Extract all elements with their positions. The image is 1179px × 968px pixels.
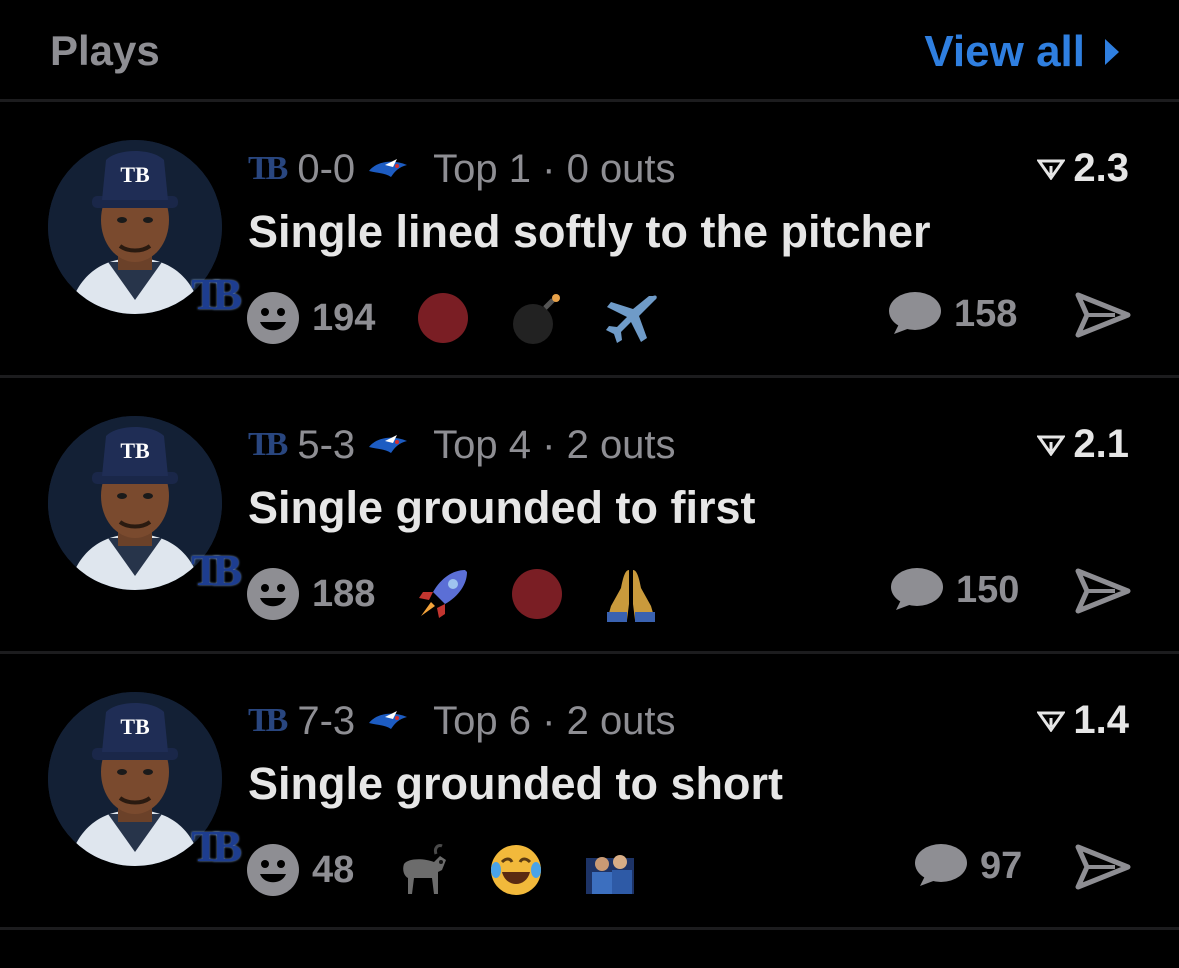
rating-arrow-icon xyxy=(1037,159,1066,180)
blue-jays-logo-icon xyxy=(369,435,408,453)
view-all-link[interactable]: View all xyxy=(924,27,1121,77)
reaction-bar: 48 xyxy=(246,839,638,901)
outs: 2 outs xyxy=(566,422,676,467)
meta-separator: · xyxy=(531,146,567,191)
rating-value: 2.3 xyxy=(1073,146,1129,190)
play-item[interactable]: TB TB TB 0-0 Top 1 · 0 outs 2.3 Single l… xyxy=(0,102,1179,378)
tears-of-joy-icon[interactable] xyxy=(488,842,544,898)
reaction-count: 188 xyxy=(312,572,376,615)
play-item[interactable]: TB TB TB 7-3 Top 6 · 2 outs 1.4 Single g… xyxy=(0,654,1179,930)
svg-text:TB: TB xyxy=(120,714,150,739)
outs: 0 outs xyxy=(566,146,676,191)
play-rating: 2.3 xyxy=(1037,146,1129,191)
rays-logo-icon: TB xyxy=(248,426,288,463)
rating-arrow-icon xyxy=(1037,435,1066,456)
meta-separator: · xyxy=(531,422,567,467)
score: 0-0 xyxy=(297,146,356,191)
play-rating: 1.4 xyxy=(1037,698,1129,743)
inning: Top 1 xyxy=(433,146,532,191)
play-description: Single lined softly to the pitcher xyxy=(248,206,931,257)
svg-text:TB: TB xyxy=(120,162,150,187)
view-all-label: View all xyxy=(924,27,1085,76)
play-meta: TB 7-3 Top 6 · 2 outs xyxy=(248,696,676,746)
play-meta: TB 0-0 Top 1 · 0 outs xyxy=(248,144,676,194)
add-reaction-icon[interactable] xyxy=(246,843,300,897)
reaction-count: 194 xyxy=(312,296,376,339)
rays-logo-icon: TB xyxy=(248,150,288,187)
score: 5-3 xyxy=(297,422,356,467)
play-rating: 2.1 xyxy=(1037,422,1129,467)
comment-bubble-icon xyxy=(889,292,941,334)
rays-logo-icon: TB xyxy=(248,702,288,739)
play-description: Single grounded to first xyxy=(248,482,756,533)
team-logo-badge: TB xyxy=(191,822,242,871)
play-item[interactable]: TB TB TB 5-3 Top 4 · 2 outs 2.1 Single g… xyxy=(0,378,1179,654)
praying-hands-icon[interactable] xyxy=(603,566,659,622)
player-avatar[interactable]: TB TB xyxy=(48,140,242,320)
player-avatar[interactable]: TB TB xyxy=(48,416,242,596)
inning: Top 4 xyxy=(433,422,532,467)
rating-value: 2.1 xyxy=(1073,422,1129,466)
team-logo-badge: TB xyxy=(191,546,242,595)
blue-jays-logo-icon xyxy=(369,159,408,177)
bomb-icon[interactable] xyxy=(509,290,565,346)
meta-separator: · xyxy=(531,698,567,743)
svg-text:TB: TB xyxy=(120,438,150,463)
score: 7-3 xyxy=(297,698,356,743)
comment-button[interactable]: 97 xyxy=(912,842,1022,890)
play-description: Single grounded to short xyxy=(248,758,783,809)
comment-button[interactable]: 158 xyxy=(886,290,1017,338)
red-circle-icon[interactable] xyxy=(509,566,565,622)
rocket-icon[interactable] xyxy=(415,566,471,622)
comment-bubble-icon xyxy=(915,844,967,886)
team-logo-badge: TB xyxy=(191,270,242,319)
add-reaction-icon[interactable] xyxy=(246,567,300,621)
goat-icon[interactable] xyxy=(394,842,450,898)
share-icon[interactable] xyxy=(1075,292,1131,338)
outs: 2 outs xyxy=(566,698,676,743)
share-icon[interactable] xyxy=(1075,844,1131,890)
airplane-icon[interactable] xyxy=(603,290,659,346)
play-meta: TB 5-3 Top 4 · 2 outs xyxy=(248,420,676,470)
inning: Top 6 xyxy=(433,698,532,743)
chevron-right-icon xyxy=(1105,39,1119,65)
section-title: Plays xyxy=(50,27,160,74)
reaction-count: 48 xyxy=(312,848,355,891)
custom-photo-emoji-icon[interactable] xyxy=(582,842,638,898)
reaction-bar: 194 xyxy=(246,287,659,349)
reaction-bar: 188 xyxy=(246,563,659,625)
red-circle-icon[interactable] xyxy=(415,290,471,346)
comment-count: 158 xyxy=(954,292,1018,335)
comment-count: 97 xyxy=(980,844,1023,887)
share-icon[interactable] xyxy=(1075,568,1131,614)
blue-jays-logo-icon xyxy=(369,711,408,729)
rating-arrow-icon xyxy=(1037,711,1066,732)
comment-count: 150 xyxy=(956,568,1020,611)
comment-bubble-icon xyxy=(891,568,943,610)
plays-header: Plays View all xyxy=(0,0,1179,102)
rating-value: 1.4 xyxy=(1073,698,1129,742)
add-reaction-icon[interactable] xyxy=(246,291,300,345)
player-avatar[interactable]: TB TB xyxy=(48,692,242,872)
comment-button[interactable]: 150 xyxy=(888,566,1019,614)
